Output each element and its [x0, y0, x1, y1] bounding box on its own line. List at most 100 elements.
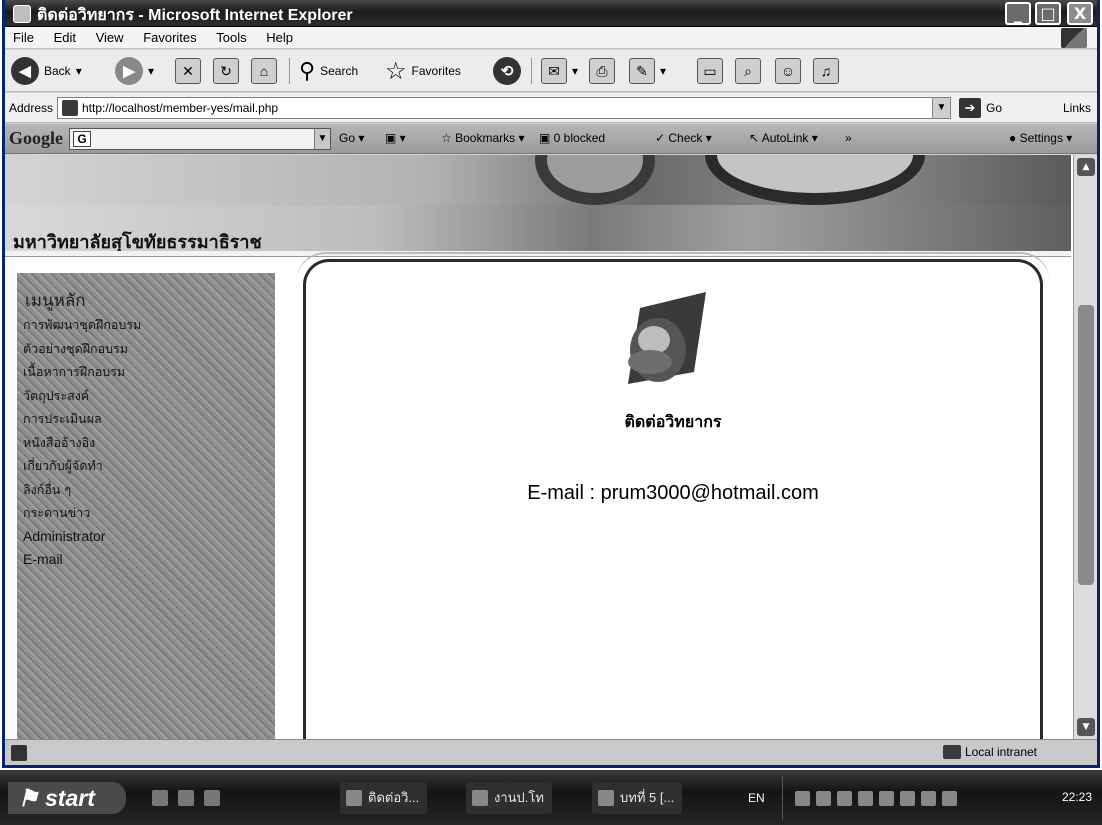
- research-icon: ⌕: [735, 58, 761, 84]
- more-chevron-icon[interactable]: »: [845, 131, 852, 145]
- media-button[interactable]: ♫: [813, 56, 839, 86]
- forward-button[interactable]: ▶ ▾: [115, 56, 154, 86]
- sidebar-item-references[interactable]: หนังสืออ้างอิง: [23, 431, 141, 455]
- media-icon: ♫: [813, 58, 839, 84]
- menu-tools[interactable]: Tools: [208, 27, 254, 45]
- back-button[interactable]: ◀ Back ▾: [11, 56, 82, 86]
- windows-logo-icon: ⚑: [18, 785, 39, 811]
- title-bar[interactable]: ติดต่อวิทยากร - Microsoft Internet Explo…: [5, 0, 1097, 27]
- sidebar-item-other-links[interactable]: ลิงก์อื่น ๆ: [23, 478, 141, 502]
- edit-button[interactable]: ✎ ▾: [629, 56, 666, 86]
- settings-button[interactable]: ● Settings ▾: [1009, 131, 1072, 145]
- home-button[interactable]: ⌂: [251, 56, 277, 86]
- taskbar-item-word[interactable]: บทที่ 5 [...: [592, 782, 683, 814]
- clock[interactable]: 22:23: [1062, 790, 1092, 804]
- spell-check-label: Check: [668, 131, 703, 145]
- window-title: ติดต่อวิทยากร - Microsoft Internet Explo…: [37, 7, 353, 24]
- scrollbar-thumb[interactable]: [1078, 305, 1094, 585]
- mail-dropdown-icon[interactable]: ▾: [572, 64, 578, 78]
- menu-file[interactable]: File: [5, 27, 42, 45]
- favorites-button[interactable]: ☆ Favorites: [385, 56, 461, 86]
- search-icon: ⚲: [299, 58, 316, 83]
- tray-messenger-icon[interactable]: [858, 790, 873, 806]
- search-label: Search: [320, 64, 359, 78]
- security-zone: Local intranet: [942, 745, 1037, 759]
- menu-edit[interactable]: Edit: [46, 27, 84, 45]
- maximize-button[interactable]: □: [1035, 2, 1061, 25]
- messenger-button[interactable]: ☺: [775, 56, 801, 86]
- quick-launch-email-icon[interactable]: [152, 790, 168, 806]
- bookmarks-button[interactable]: ☆ Bookmarks ▾: [441, 131, 524, 145]
- mail-button[interactable]: ✉ ▾: [541, 56, 578, 86]
- close-button[interactable]: X: [1067, 2, 1093, 25]
- minimize-button[interactable]: _: [1005, 2, 1031, 25]
- language-indicator[interactable]: EN: [748, 791, 765, 805]
- quick-launch-desktop-icon[interactable]: [204, 790, 220, 806]
- tray-update-icon[interactable]: [900, 790, 915, 806]
- star-icon: ☆: [385, 57, 407, 85]
- popup-blocked-button[interactable]: ▣ 0 blocked: [539, 131, 605, 145]
- page-heading: ติดต่อวิทยากร: [624, 412, 722, 431]
- address-dropdown-icon[interactable]: ▼: [932, 98, 950, 118]
- sidebar-item-administrator[interactable]: Administrator: [23, 525, 141, 549]
- spell-check-button[interactable]: ✓ Check ▾: [655, 131, 712, 145]
- sidebar-item-about-author[interactable]: เกี่ยวกับผู้จัดทำ: [23, 454, 141, 478]
- contact-email[interactable]: E-mail : prum3000@hotmail.com: [306, 482, 1040, 505]
- address-url[interactable]: http://localhost/member-yes/mail.php: [82, 101, 278, 115]
- links-button[interactable]: Links: [1063, 101, 1091, 115]
- tray-antivirus-icon[interactable]: [795, 790, 810, 806]
- google-news-icon[interactable]: ▣ ▾: [385, 131, 406, 145]
- tray-security-icon[interactable]: [921, 790, 936, 806]
- standard-toolbar: ◀ Back ▾ ▶ ▾ ✕ ↻ ⌂ ⚲ Search ☆ Favorites …: [5, 50, 1097, 92]
- tray-display-icon[interactable]: [879, 790, 894, 806]
- site-banner: มหาวิทยาลัยสุโขทัยธรรมาธิราช: [5, 155, 1071, 253]
- scroll-up-icon[interactable]: ▲: [1077, 158, 1095, 176]
- menu-favorites[interactable]: Favorites: [135, 27, 204, 45]
- quick-launch: [152, 790, 220, 806]
- autolink-button[interactable]: ↖ AutoLink ▾: [749, 131, 818, 145]
- sidebar-item-training-content[interactable]: เนื้อหาการฝึกอบรม: [23, 360, 141, 384]
- menu-view[interactable]: View: [88, 27, 132, 45]
- taskbar-item-ie[interactable]: ติดต่อวิ...: [340, 782, 428, 814]
- scroll-down-icon[interactable]: ▼: [1077, 718, 1095, 736]
- google-search-dropdown-icon[interactable]: ▼: [314, 129, 330, 149]
- quick-launch-messenger-icon[interactable]: [178, 790, 194, 806]
- edit-dropdown-icon[interactable]: ▾: [660, 64, 666, 78]
- stop-button[interactable]: ✕: [175, 56, 201, 86]
- sidebar-item-training-sample[interactable]: ตัวอย่างชุดฝึกอบรม: [23, 337, 141, 361]
- sidebar-item-training-development[interactable]: การพัฒนาชุดฝึกอบรม: [23, 313, 141, 337]
- back-dropdown-icon[interactable]: ▾: [76, 64, 82, 78]
- tray-network-icon[interactable]: [816, 790, 831, 806]
- print-button[interactable]: ⎙: [589, 56, 615, 86]
- address-label: Address: [9, 101, 54, 115]
- discuss-button[interactable]: ▭: [697, 56, 723, 86]
- lecturer-photo-icon: [628, 292, 706, 384]
- sidebar-item-email[interactable]: E-mail: [23, 548, 141, 572]
- start-button[interactable]: ⚑ start: [8, 782, 126, 814]
- tray-power-icon[interactable]: [942, 790, 957, 806]
- toolbar-separator: [531, 58, 532, 84]
- address-input[interactable]: http://localhost/member-yes/mail.php ▼: [57, 97, 951, 119]
- intranet-zone-icon: [942, 745, 961, 759]
- sidebar-item-objectives[interactable]: วัตถุประสงค์: [23, 384, 141, 408]
- history-button[interactable]: ⟲: [493, 56, 521, 86]
- sidebar-item-evaluation[interactable]: การประเมินผล: [23, 407, 141, 431]
- go-button[interactable]: ➔ Go: [959, 98, 1002, 118]
- windows-flag-icon: [1061, 28, 1087, 48]
- refresh-button[interactable]: ↻: [213, 56, 239, 86]
- sidebar-item-webboard[interactable]: กระดานข่าว: [23, 501, 141, 525]
- menu-help[interactable]: Help: [258, 27, 301, 45]
- search-button[interactable]: ⚲ Search: [299, 56, 358, 86]
- forward-dropdown-icon[interactable]: ▾: [148, 64, 154, 78]
- google-search-input[interactable]: G ▼: [69, 128, 331, 150]
- go-arrow-icon: ➔: [959, 98, 981, 118]
- google-go-button[interactable]: Go ▾: [339, 131, 364, 145]
- menu-bar: File Edit View Favorites Tools Help: [5, 27, 1097, 49]
- taskbar-item-folder[interactable]: งานป.โท: [466, 782, 552, 814]
- vertical-scrollbar[interactable]: ▲ ▼: [1073, 155, 1097, 739]
- page-status-icon: [11, 745, 27, 761]
- tray-sound-icon[interactable]: [837, 790, 852, 806]
- research-button[interactable]: ⌕: [735, 56, 761, 86]
- google-logo[interactable]: Google: [9, 128, 63, 149]
- print-icon: ⎙: [589, 58, 615, 84]
